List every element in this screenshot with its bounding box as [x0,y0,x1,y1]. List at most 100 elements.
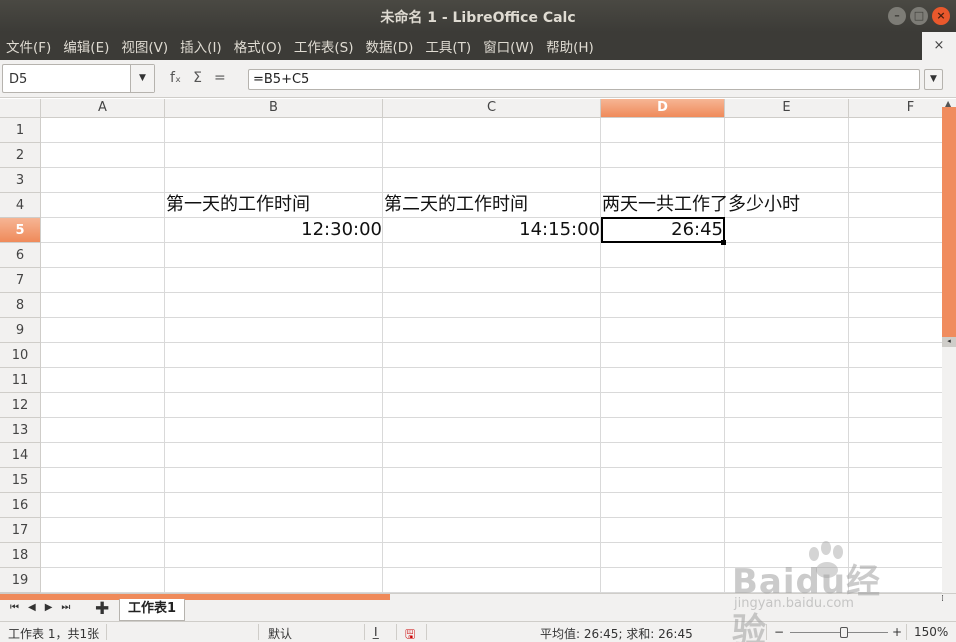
autofill-handle[interactable] [721,240,726,245]
cell-b5[interactable]: 12:30:00 [165,218,383,243]
cell-c4[interactable]: 第二天的工作时间 [384,193,528,218]
row-header-18[interactable]: 18 [0,543,41,568]
column-header-b[interactable]: B [165,99,383,118]
grid-line [41,342,942,343]
minimize-icon[interactable]: – [888,7,906,25]
equals-icon[interactable]: = [214,70,226,86]
grid-line [41,542,942,543]
page-style[interactable]: 默认 [268,625,292,642]
document-modified-icon[interactable]: 🖫 [405,625,415,642]
zoom-level[interactable]: 150% [914,625,948,639]
sheet-nav-buttons: ⏮ ◀ ▶ ⏭ [10,602,70,613]
row-header-4[interactable]: 4 [0,193,41,218]
grid-line [724,118,725,593]
grid-line [41,142,942,143]
row-header-7[interactable]: 7 [0,268,41,293]
zoom-slider[interactable] [790,632,888,633]
cell-d4[interactable]: 两天一共工作了多少小时 [602,193,800,218]
scroll-split-icon[interactable]: ◂ [942,337,956,347]
row-header-12[interactable]: 12 [0,393,41,418]
status-divider [396,624,397,640]
row-header-13[interactable]: 13 [0,418,41,443]
menu-tools[interactable]: 工具(T) [425,36,471,56]
column-header-d[interactable]: D [601,99,725,118]
row-header-10[interactable]: 10 [0,343,41,368]
row-header-1[interactable]: 1 [0,118,41,143]
cell-b4[interactable]: 第一天的工作时间 [166,193,310,218]
grid-line [41,317,942,318]
horizontal-scrollbar-thumb[interactable] [0,594,390,600]
row-header-2[interactable]: 2 [0,143,41,168]
menu-help[interactable]: 帮助(H) [546,36,594,56]
scroll-split-handle-icon[interactable]: ⁞ [941,594,944,604]
previous-sheet-icon[interactable]: ◀ [28,602,36,613]
close-document-icon[interactable]: × [922,32,956,60]
row-header-15[interactable]: 15 [0,468,41,493]
row-header-14[interactable]: 14 [0,443,41,468]
sum-icon[interactable]: Σ [193,70,202,86]
grid-line [164,118,165,593]
menu-sheet[interactable]: 工作表(S) [294,36,354,56]
maximize-icon[interactable]: □ [910,7,928,25]
zoom-out-icon[interactable]: − [774,625,784,639]
row-header-9[interactable]: 9 [0,318,41,343]
select-all-corner[interactable] [0,99,41,118]
row-header-5[interactable]: 5 [0,218,41,243]
menu-format[interactable]: 格式(O) [234,36,282,56]
row-header-16[interactable]: 16 [0,493,41,518]
status-divider [766,624,767,640]
next-sheet-icon[interactable]: ▶ [45,602,53,613]
grid-line [41,567,942,568]
row-header-3[interactable]: 3 [0,168,41,193]
row-header-17[interactable]: 17 [0,518,41,543]
row-header-19[interactable]: 19 [0,568,41,593]
zoom-in-icon[interactable]: + [892,625,902,639]
add-sheet-icon[interactable]: ✚ [95,599,109,619]
menu-file[interactable]: 文件(F) [6,36,51,56]
scrollbar-thumb[interactable] [942,107,956,337]
grid-line [41,267,942,268]
status-bar: 工作表 1，共1张 默认 I̲ 🖫 平均值: 26:45; 求和: 26:45 … [0,621,956,642]
row-header-11[interactable]: 11 [0,368,41,393]
last-sheet-icon[interactable]: ⏭ [61,602,70,613]
menu-data[interactable]: 数据(D) [365,36,413,56]
status-divider [258,624,259,640]
column-header-a[interactable]: A [41,99,165,118]
spreadsheet-grid[interactable]: A B C D E F 1 2 3 4 5 6 7 8 9 10 11 12 1… [0,99,942,593]
column-header-e[interactable]: E [725,99,849,118]
status-divider [906,624,907,640]
sheet-tab-bar: ⏮ ◀ ▶ ⏭ ✚ 工作表1 ⁞ [0,593,956,621]
selection-mode[interactable]: I̲ [374,625,378,639]
grid-line [41,467,942,468]
status-divider [426,624,427,640]
status-divider [106,624,107,640]
formula-input-value[interactable]: =B5+C5 [253,72,309,87]
menu-view[interactable]: 视图(V) [121,36,168,56]
sheet-info: 工作表 1，共1张 [8,627,100,641]
formula-bar: D5 ▼ fₓ Σ = =B5+C5 ▼ [0,60,956,98]
status-divider [364,624,365,640]
formula-icons: fₓ Σ = [170,70,226,86]
menu-insert[interactable]: 插入(I) [180,36,222,56]
menu-edit[interactable]: 编辑(E) [63,36,109,56]
vertical-scrollbar[interactable]: ▲ ◂ [942,99,956,593]
function-wizard-icon[interactable]: fₓ [170,70,181,86]
column-header-f[interactable]: F [849,99,942,118]
row-header-6[interactable]: 6 [0,243,41,268]
title-bar: 未命名 1 - LibreOffice Calc – □ × [0,0,956,32]
name-box[interactable]: D5 ▼ [2,64,155,93]
active-cell-cursor [601,217,725,243]
chevron-down-icon[interactable]: ▼ [130,65,154,92]
name-box-value[interactable]: D5 [9,72,27,87]
cell-c5[interactable]: 14:15:00 [383,218,601,243]
formula-input[interactable]: =B5+C5 [248,69,920,90]
zoom-slider-knob[interactable] [840,627,848,638]
row-header-8[interactable]: 8 [0,293,41,318]
sheet-tab[interactable]: 工作表1 [119,599,185,621]
grid-line [41,167,942,168]
column-header-c[interactable]: C [383,99,601,118]
menu-window[interactable]: 窗口(W) [483,36,534,56]
expand-formula-icon[interactable]: ▼ [924,69,943,90]
close-icon[interactable]: × [932,7,950,25]
first-sheet-icon[interactable]: ⏮ [10,602,19,613]
